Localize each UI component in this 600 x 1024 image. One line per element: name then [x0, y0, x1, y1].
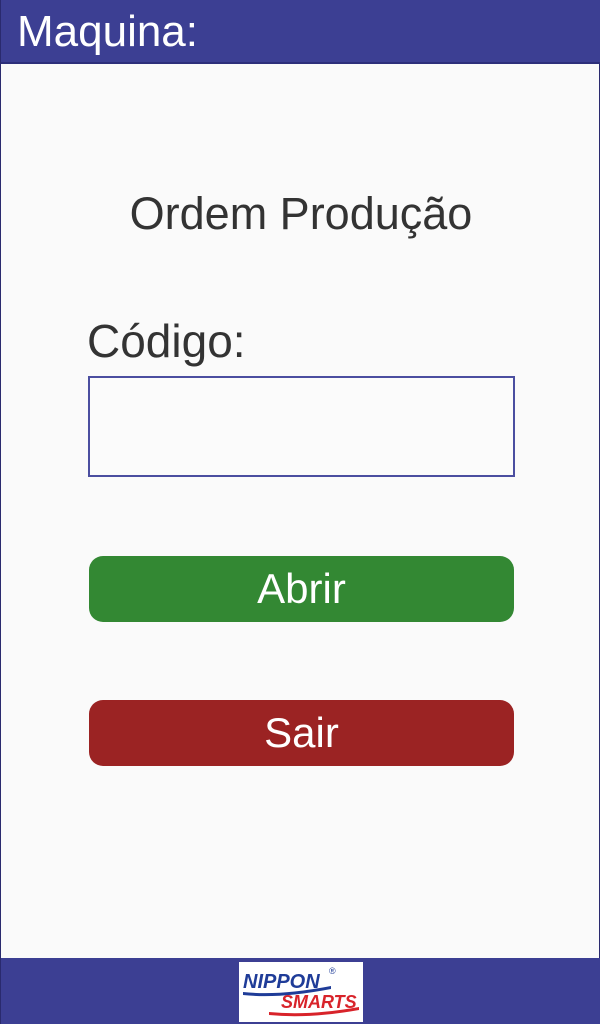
footer-bar: NIPPON ® SMARTS — [1, 958, 600, 1024]
logo-registered-mark: ® — [329, 966, 336, 976]
logo-text-top: NIPPON — [243, 971, 320, 993]
exit-button[interactable]: Sair — [89, 700, 514, 766]
open-button[interactable]: Abrir — [89, 556, 514, 622]
header-bar: Maquina: — [1, 0, 600, 64]
app-screen: Maquina: Ordem Produção Código: Abrir Sa… — [0, 0, 600, 1024]
code-input[interactable] — [88, 376, 515, 477]
logo-text-bottom: SMARTS — [281, 992, 357, 1012]
code-label: Código: — [87, 315, 246, 367]
machine-title: Maquina: — [17, 7, 199, 56]
nippon-smarts-logo: NIPPON ® SMARTS — [239, 962, 363, 1022]
page-title: Ordem Produção — [129, 188, 473, 239]
